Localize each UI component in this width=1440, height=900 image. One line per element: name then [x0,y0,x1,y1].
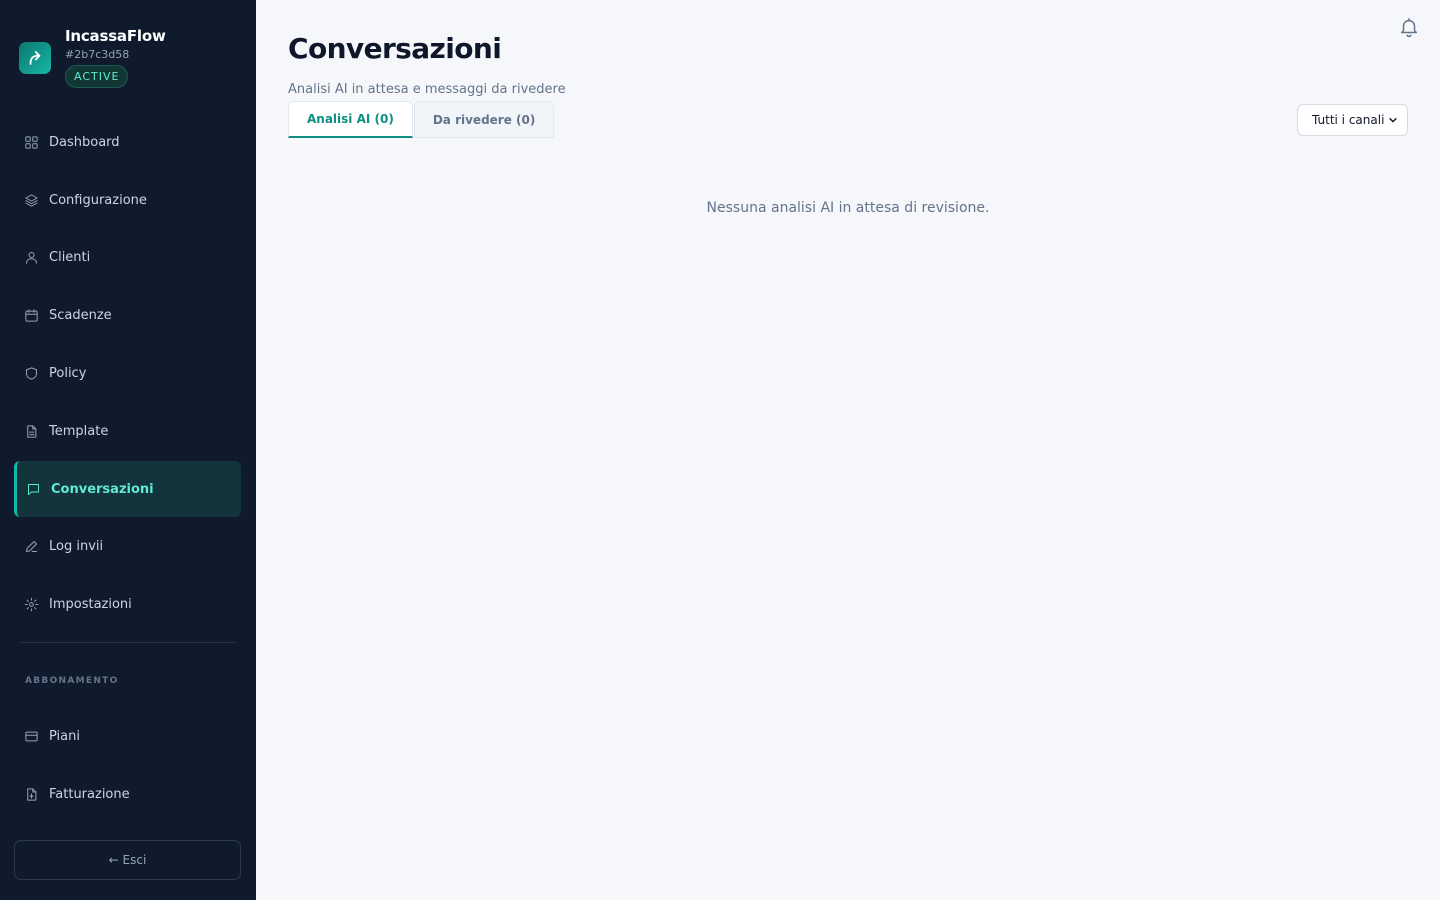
shield-icon [26,366,37,380]
page-subtitle: Analisi AI in attesa e messaggi da rived… [288,82,566,97]
sidebar-item-label: Clienti [49,249,91,265]
chat-icon [28,483,39,495]
document-icon [27,424,37,438]
grid-icon [25,135,38,149]
logout-button[interactable]: ← Esci [14,840,241,880]
sidebar-item-log-invii[interactable]: Log invii [14,518,241,574]
sidebar-item-label: Template [49,423,109,439]
sidebar-item-policy[interactable]: Policy [14,345,241,401]
sidebar-item-label: Conversazioni [51,481,154,497]
card-icon [25,731,38,741]
invoice-icon [27,787,37,801]
brand: IncassaFlow #2b7c3d58 ACTIVE [19,26,166,88]
sidebar-item-label: Scadenze [49,307,112,323]
calendar-icon [25,308,38,322]
sidebar-item-label: Impostazioni [49,596,132,612]
gear-icon [24,597,39,611]
brand-name: IncassaFlow [65,27,166,45]
sidebar-item-clienti[interactable]: Clienti [14,229,241,285]
chevron-down-icon [1389,118,1397,123]
sidebar-item-label: Configurazione [49,192,147,208]
user-icon [26,251,37,264]
tab-analisi-ai[interactable]: Analisi AI (0) [288,101,413,138]
page-title: Conversazioni [288,32,502,65]
sidebar-item-label: Policy [49,365,87,381]
sidebar-item-template[interactable]: Template [14,403,241,459]
sidebar-item-piani[interactable]: Piani [14,708,241,764]
status-badge: ACTIVE [65,65,129,88]
sidebar-item-label: Dashboard [49,134,120,150]
sidebar: IncassaFlow #2b7c3d58 ACTIVE Dashboard C… [0,0,256,900]
sidebar-item-scadenze[interactable]: Scadenze [14,287,241,343]
section-label: ABBONAMENTO [25,676,119,686]
sidebar-item-configurazione[interactable]: Configurazione [14,172,241,228]
tab-bar: Analisi AI (0) Da rivedere (0) [288,101,555,138]
sidebar-divider [19,642,237,643]
sidebar-item-fatturazione[interactable]: Fatturazione [14,766,241,822]
sidebar-item-label: Log invii [49,538,104,554]
pencil-icon [26,540,37,552]
sidebar-item-impostazioni[interactable]: Impostazioni [14,576,241,632]
sidebar-item-label: Piani [49,728,80,744]
sidebar-item-dashboard[interactable]: Dashboard [14,114,241,170]
layers-icon [25,193,38,207]
channel-filter-select[interactable]: Tutti i canali [1297,104,1408,136]
brand-logo-icon [19,42,51,74]
channel-filter-value: Tutti i canali [1312,113,1385,127]
brand-id: #2b7c3d58 [65,48,130,61]
sidebar-item-label: Fatturazione [49,786,130,802]
empty-state-message: Nessuna analisi AI in attesa di revision… [706,200,990,216]
bell-icon[interactable] [1398,15,1420,39]
sidebar-item-conversazioni[interactable]: Conversazioni [14,461,241,517]
tab-da-rivedere[interactable]: Da rivedere (0) [413,101,555,138]
